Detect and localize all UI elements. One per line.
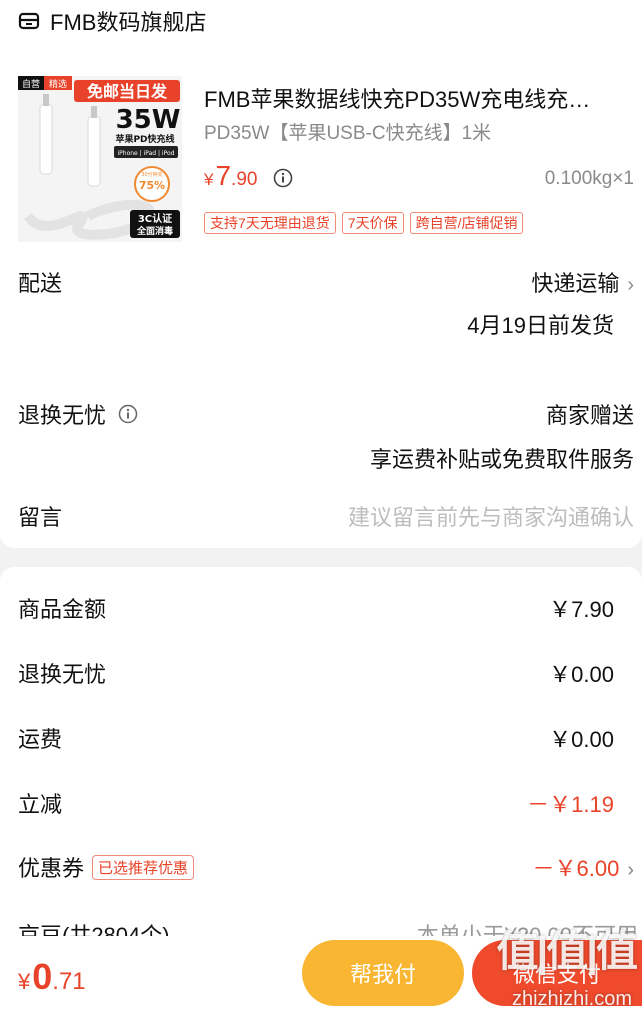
service-tag: 7天价保 — [341, 212, 404, 234]
summary-label: 退换无忧 — [18, 662, 107, 687]
product-image[interactable]: 自营 精选 免邮当日发 35W 苹果PD快充线 iPhone | iPad | … — [18, 76, 182, 242]
chevron-right-icon: › — [627, 859, 634, 881]
summary-label: 商品金额 — [18, 597, 107, 622]
discount-value: －￥1.19 — [527, 792, 614, 817]
coupon-amount: －￥6.00 — [532, 856, 620, 881]
help-pay-button[interactable]: 帮我付 — [302, 940, 464, 1006]
order-card: FMB数码旗舰店 自营 精选 免邮当日发 35W 苹果PD快充线 iPhone … — [0, 0, 642, 548]
summary-label: 运费 — [18, 727, 63, 752]
delivery-label: 配送 — [18, 271, 63, 296]
price-integer: 7 — [215, 160, 232, 191]
returns-value: 商家赠送 — [545, 403, 634, 428]
returns-label: 退换无忧 — [18, 403, 107, 428]
image-cert-1: 3C认证 — [138, 212, 172, 225]
coupon-label: 优惠券 — [18, 856, 85, 881]
price-info-icon[interactable] — [273, 168, 293, 188]
total-integer: 0 — [32, 956, 53, 997]
image-pct-top: 30分钟充 — [141, 171, 162, 178]
image-power: 35W — [116, 105, 181, 135]
summary-label: 立减 — [18, 792, 63, 817]
product-title[interactable]: FMB苹果数据线快充PD35W充电线充… — [204, 82, 629, 114]
price-decimal: .90 — [231, 169, 258, 190]
coupon-row[interactable]: 优惠券 已选推荐优惠 — [18, 851, 195, 883]
delivery-method-text: 快递运输 — [531, 271, 620, 296]
chevron-right-icon: › — [627, 274, 634, 296]
coupon-value[interactable]: －￥6.00 › — [533, 851, 635, 883]
message-input[interactable]: 建议留言前先与商家沟通确认 — [348, 500, 634, 532]
product-weight-qty: 0.100kg×1 — [544, 168, 634, 189]
image-banner: 免邮当日发 — [87, 82, 168, 101]
store-name: FMB数码旗舰店 — [50, 10, 207, 35]
image-cert-2: 全面消毒 — [136, 225, 173, 237]
returns-row: 退换无忧 — [18, 398, 138, 430]
product-spec[interactable]: PD35W【苹果USB-C快充线】1米 — [204, 118, 491, 145]
total-price: ¥ 0 .71 — [18, 956, 86, 998]
total-decimal: .71 — [52, 968, 86, 995]
summary-value: ￥7.90 — [549, 597, 614, 622]
returns-info-icon[interactable] — [118, 404, 138, 424]
service-tag: 跨自营/店铺促销 — [409, 212, 524, 234]
image-badge-1: 自营 — [22, 78, 40, 90]
delivery-method[interactable]: 快递运输 › — [531, 266, 634, 298]
store-header[interactable]: FMB数码旗舰店 — [18, 6, 206, 36]
summary-value: ￥0.00 — [549, 727, 614, 752]
summary-value: ￥0.00 — [549, 662, 614, 687]
image-badge-2: 精选 — [49, 78, 67, 90]
image-pct: 75% — [139, 179, 165, 192]
delivery-date: 4月19日前发货 — [467, 313, 614, 338]
store-icon — [18, 12, 40, 30]
price-symbol: ¥ — [204, 170, 214, 189]
image-subtitle: 苹果PD快充线 — [115, 133, 174, 145]
total-symbol: ¥ — [18, 969, 31, 994]
message-label: 留言 — [18, 505, 63, 530]
service-tags: 支持7天无理由退货 7天价保 跨自营/店铺促销 — [204, 212, 524, 234]
coupon-tag: 已选推荐优惠 — [92, 855, 195, 880]
watermark-site: zhizhizhi.com — [511, 988, 632, 1010]
watermark-logo: 值|值|值 — [496, 928, 638, 975]
image-devices: iPhone | iPad | iPod — [118, 150, 175, 157]
product-price: ¥ 7 .90 — [204, 160, 257, 192]
service-tag: 支持7天无理由退货 — [204, 212, 336, 234]
returns-desc: 享运费补贴或免费取件服务 — [369, 447, 634, 472]
